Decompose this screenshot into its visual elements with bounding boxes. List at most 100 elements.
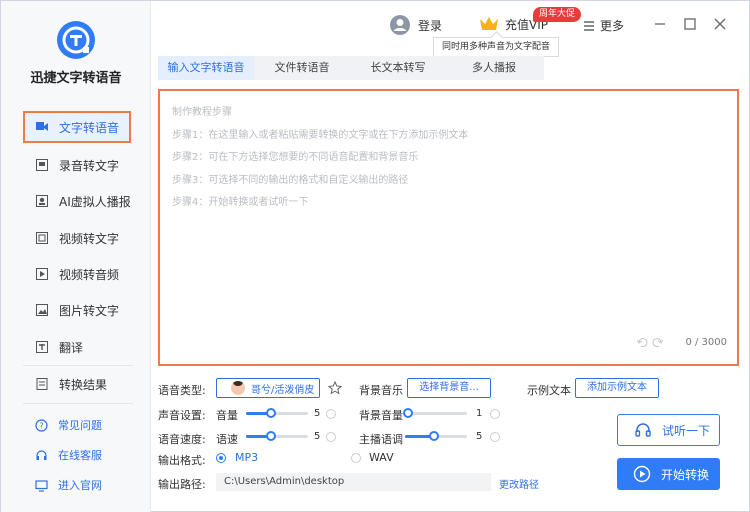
help-item-website[interactable]: 进入官网: [35, 477, 102, 493]
play-circle-icon: [633, 465, 651, 483]
more-label: 更多: [600, 19, 625, 33]
help-item-faq[interactable]: ? 常见问题: [35, 417, 102, 433]
question-icon: ?: [35, 418, 48, 432]
close-icon[interactable]: [711, 15, 729, 33]
preview-listen-label: 试听一下: [662, 423, 711, 438]
sidebar-item-label: 文字转语音: [59, 120, 120, 135]
headphones-icon: [635, 423, 651, 437]
help-item-label: 在线客服: [58, 449, 102, 462]
headset-icon: [36, 449, 47, 460]
bg-volume-indicator: [490, 409, 500, 419]
rate-label: 语速: [216, 433, 238, 446]
volume-slider-knob[interactable]: [266, 408, 276, 418]
app-window: 迅捷文字转语音 文字转语音 录音转文字 AI虚拟人播报 视频转文字 视频转音频 …: [0, 0, 750, 512]
volume-slider[interactable]: [246, 408, 308, 418]
app-brand: 迅捷文字转语音: [30, 71, 122, 86]
vip-tooltip: 同时用多种声音为文字配音: [433, 37, 559, 57]
app-logo-icon: [57, 21, 95, 59]
format-wav-label: WAV: [369, 451, 394, 464]
volume-value: 5: [314, 408, 321, 419]
format-mp3-radio[interactable]: [216, 453, 226, 463]
sidebar-item-results[interactable]: 转换结果: [25, 368, 149, 400]
tab-multi-speaker[interactable]: 多人播报: [446, 56, 542, 80]
svg-text:?: ?: [39, 421, 43, 430]
editor-placeholder-step: 步骤1：在这里输入或者粘贴需要转换的文字或在下方添加示例文本: [172, 130, 469, 141]
sidebar-divider: [23, 403, 133, 404]
editor-placeholder-title: 制作教程步骤: [172, 107, 232, 118]
text-to-speech-icon: [36, 122, 48, 131]
char-counter: 0 / 3000: [685, 337, 727, 348]
voice-select-button[interactable]: 哥兮/活泼俏皮: [216, 378, 320, 398]
sidebar-item-ai-avatar[interactable]: AI虚拟人播报: [25, 185, 149, 217]
volume-label: 音量: [216, 409, 238, 422]
user-avatar-icon: [390, 15, 410, 35]
output-path-field[interactable]: C:\Users\Admin\desktop: [216, 473, 491, 491]
star-icon[interactable]: [328, 381, 342, 395]
result-icon: [36, 378, 48, 390]
add-sample-text-button[interactable]: 添加示例文本: [575, 378, 659, 398]
format-wav-radio[interactable]: [351, 453, 361, 463]
sidebar-item-label: AI虚拟人播报: [59, 194, 131, 209]
voice-name: 哥兮/活泼俏皮: [251, 384, 315, 396]
tab-long-text[interactable]: 长文本转写: [350, 56, 446, 80]
ai-avatar-icon: [36, 195, 48, 207]
help-item-online-service[interactable]: 在线客服: [35, 447, 102, 463]
editor-placeholder-step: 步骤2：可在下方选择您想要的不同语音配置和背景音乐: [172, 152, 419, 163]
record-icon: [36, 159, 48, 171]
undo-redo-icon[interactable]: [635, 336, 665, 348]
login-button[interactable]: 登录: [389, 14, 442, 36]
bg-volume-slider[interactable]: [403, 408, 467, 418]
bg-volume-value: 1: [476, 408, 483, 419]
sidebar-item-label: 视频转音频: [59, 267, 120, 282]
bgm-label: 背景音乐: [359, 384, 403, 397]
bg-volume-label: 背景音量: [359, 409, 403, 422]
voice-avatar: [231, 381, 245, 395]
format-mp3-label: MP3: [235, 451, 259, 464]
sidebar-item-record-to-text[interactable]: 录音转文字: [25, 149, 149, 181]
preview-listen-button[interactable]: 试听一下: [617, 414, 720, 446]
help-item-label: 进入官网: [58, 479, 102, 492]
start-convert-button[interactable]: 开始转换: [617, 458, 720, 490]
minimize-icon[interactable]: [651, 15, 669, 33]
editor-placeholder-step: 步骤4：开始转换或者试听一下: [172, 197, 309, 208]
maximize-icon[interactable]: [681, 15, 699, 33]
image-text-icon: [36, 304, 48, 316]
rate-indicator: [326, 432, 336, 442]
tone-slider[interactable]: [405, 431, 467, 441]
output-path-label: 输出路径:: [158, 478, 206, 491]
sidebar-item-text-to-speech[interactable]: 文字转语音: [23, 111, 131, 143]
speed-settings-label: 语音速度:: [158, 433, 206, 446]
text-input-area[interactable]: 制作教程步骤 步骤1：在这里输入或者粘贴需要转换的文字或在下方添加示例文本 步骤…: [158, 89, 739, 366]
tone-label: 主播语调: [359, 433, 403, 446]
rate-slider[interactable]: [246, 431, 308, 441]
monitor-icon: [35, 479, 48, 492]
bgm-select-button[interactable]: 选择背景音...: [407, 378, 491, 398]
video-audio-icon: [36, 268, 48, 280]
sidebar-item-label: 录音转文字: [59, 158, 120, 173]
sidebar: 迅捷文字转语音 文字转语音 录音转文字 AI虚拟人播报 视频转文字 视频转音频 …: [1, 1, 151, 512]
sidebar-item-video-to-audio[interactable]: 视频转音频: [25, 258, 149, 290]
sidebar-item-video-to-text[interactable]: 视频转文字: [25, 222, 149, 254]
bg-volume-slider-knob[interactable]: [403, 408, 413, 418]
tone-indicator: [490, 432, 500, 442]
voice-type-label: 语音类型:: [158, 384, 206, 397]
sidebar-item-image-to-text[interactable]: 图片转文字: [25, 294, 149, 326]
start-convert-label: 开始转换: [661, 467, 710, 482]
help-item-label: 常见问题: [58, 419, 102, 432]
menu-icon: [584, 20, 594, 31]
login-label: 登录: [418, 18, 443, 33]
sound-settings-label: 声音设置:: [158, 409, 206, 422]
rate-slider-knob[interactable]: [266, 431, 276, 441]
sidebar-item-label: 图片转文字: [59, 303, 120, 318]
sidebar-item-translate[interactable]: 翻译: [25, 331, 149, 363]
change-path-link[interactable]: 更改路径: [499, 476, 539, 491]
volume-indicator: [326, 409, 336, 419]
video-text-icon: [36, 232, 48, 244]
tone-slider-knob[interactable]: [429, 431, 439, 441]
sidebar-item-label: 翻译: [59, 340, 84, 355]
sample-text-label: 示例文本: [527, 384, 571, 397]
tab-input-text[interactable]: 输入文字转语音: [158, 56, 254, 80]
vip-promo-badge: 周年大促: [533, 7, 581, 22]
more-menu-button[interactable]: 更多: [583, 17, 624, 34]
tab-file-to-speech[interactable]: 文件转语音: [254, 56, 350, 80]
